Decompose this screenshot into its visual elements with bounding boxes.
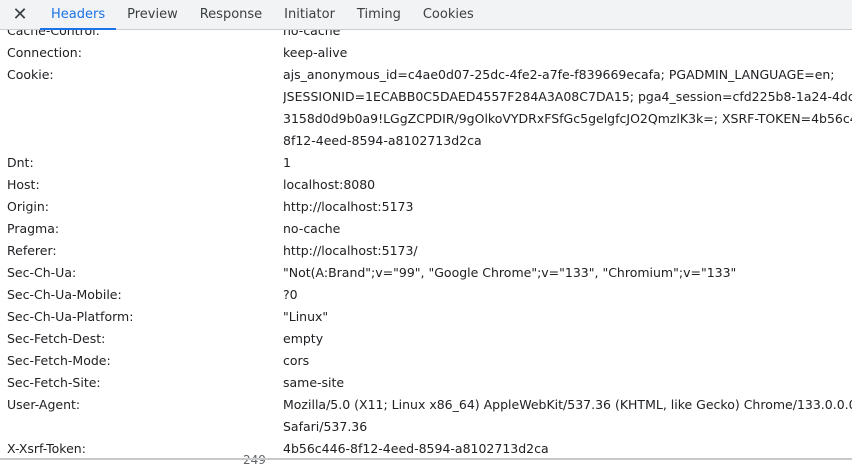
header-row: Pragma: no-cache bbox=[0, 218, 852, 240]
header-value: same-site bbox=[283, 372, 852, 394]
header-value-line: 3158d0d9b0a9!LGgZCPDIR/9gOlkoVYDRxFSfGc5… bbox=[283, 111, 852, 126]
header-value-line: empty bbox=[283, 331, 324, 346]
header-name: Pragma: bbox=[7, 221, 60, 236]
header-name: Connection: bbox=[7, 45, 82, 60]
header-row: Sec-Fetch-Mode: cors bbox=[0, 350, 852, 372]
header-value: 1 bbox=[283, 152, 852, 174]
header-name: Dnt: bbox=[7, 155, 34, 170]
header-row: X-Xsrf-Token: 4b56c446-8f12-4eed-8594-a81… bbox=[0, 438, 852, 458]
header-value-line: "Not(A:Brand";v="99", "Google Chrome";v=… bbox=[283, 265, 737, 280]
header-name: Sec-Ch-Ua-Platform: bbox=[7, 309, 134, 324]
header-row: Connection: keep-alive bbox=[0, 42, 852, 64]
header-name: Host: bbox=[7, 177, 40, 192]
request-headers-panel: Cache-Control: no-cache Connection: keep-al… bbox=[0, 30, 852, 458]
header-name: Cache-Control: bbox=[7, 30, 100, 38]
header-row: Sec-Ch-Ua-Platform: "Linux" bbox=[0, 306, 852, 328]
header-row: Sec-Fetch-Site: same-site bbox=[0, 372, 852, 394]
header-value: ajs_anonymous_id=c4ae0d07-25dc-4fe2-a7fe… bbox=[283, 64, 852, 152]
header-value: no-cache bbox=[283, 218, 852, 240]
header-value-line: 8f12-4eed-8594-a8102713d2ca bbox=[283, 133, 482, 148]
close-icon[interactable]: ✕ bbox=[0, 0, 40, 29]
tab-cookies[interactable]: Cookies bbox=[412, 0, 485, 29]
header-value-line: 1 bbox=[283, 155, 291, 170]
header-value-line: same-site bbox=[283, 375, 345, 390]
header-value: ?0 bbox=[283, 284, 852, 306]
header-value: keep-alive bbox=[283, 42, 852, 64]
header-name: Origin: bbox=[7, 199, 49, 214]
tab-response[interactable]: Response bbox=[189, 0, 273, 29]
header-value-line: http://localhost:5173 bbox=[283, 199, 414, 214]
header-row: Sec-Fetch-Dest: empty bbox=[0, 328, 852, 350]
header-row: Host: localhost:8080 bbox=[0, 174, 852, 196]
header-name: Sec-Ch-Ua-Mobile: bbox=[7, 287, 122, 302]
header-value-line: ?0 bbox=[283, 287, 298, 302]
header-value-line: 4b56c446-8f12-4eed-8594-a8102713d2ca bbox=[283, 441, 549, 456]
header-value: "Not(A:Brand";v="99", "Google Chrome";v=… bbox=[283, 262, 852, 284]
header-value-line: "Linux" bbox=[283, 309, 329, 324]
header-value-line: http://localhost:5173/ bbox=[283, 243, 418, 258]
header-value-line: no-cache bbox=[283, 221, 341, 236]
header-value: cors bbox=[283, 350, 852, 372]
header-value-line: JSESSIONID=1ECABB0C5DAED4557F284A3A08C7D… bbox=[283, 89, 852, 104]
header-row: Referer: http://localhost:5173/ bbox=[0, 240, 852, 262]
partial-row-text: 249 bbox=[243, 453, 266, 467]
header-name: Sec-Ch-Ua: bbox=[7, 265, 77, 280]
header-name: Cookie: bbox=[7, 67, 54, 82]
header-name: User-Agent: bbox=[7, 397, 81, 412]
header-value: localhost:8080 bbox=[283, 174, 852, 196]
headers-list: Cache-Control: no-cache Connection: keep-al… bbox=[0, 30, 852, 458]
header-name: X-Xsrf-Token: bbox=[7, 441, 86, 456]
header-value: Mozilla/5.0 (X11; Linux x86_64) AppleWeb… bbox=[283, 394, 852, 438]
header-value-line: cors bbox=[283, 353, 310, 368]
tab-initiator[interactable]: Initiator bbox=[273, 0, 346, 29]
header-value-line: no-cache bbox=[283, 30, 341, 38]
header-value-line: keep-alive bbox=[283, 45, 348, 60]
header-value: "Linux" bbox=[283, 306, 852, 328]
header-value-line: ajs_anonymous_id=c4ae0d07-25dc-4fe2-a7fe… bbox=[283, 67, 835, 82]
tab-headers[interactable]: Headers bbox=[40, 0, 117, 30]
header-name: Sec-Fetch-Dest: bbox=[7, 331, 106, 346]
header-value-line: Safari/537.36 bbox=[283, 419, 368, 434]
header-row: Cookie: ajs_anonymous_id=c4ae0d07-25dc-4f… bbox=[0, 64, 852, 152]
header-name: Sec-Fetch-Site: bbox=[7, 375, 101, 390]
header-row: Sec-Ch-Ua: "Not(A:Brand";v="99", "Google … bbox=[0, 262, 852, 284]
header-value-line: localhost:8080 bbox=[283, 177, 376, 192]
header-row: Origin: http://localhost:5173 bbox=[0, 196, 852, 218]
header-value: http://localhost:5173 bbox=[283, 196, 852, 218]
header-name: Sec-Fetch-Mode: bbox=[7, 353, 111, 368]
header-row: Cache-Control: no-cache bbox=[0, 30, 852, 42]
header-value-line: Mozilla/5.0 (X11; Linux x86_64) AppleWeb… bbox=[283, 397, 852, 412]
header-row: User-Agent: Mozilla/5.0 (X11; Linux x86_6… bbox=[0, 394, 852, 438]
header-name: Referer: bbox=[7, 243, 57, 258]
header-value: 4b56c446-8f12-4eed-8594-a8102713d2ca bbox=[283, 438, 852, 458]
tab-timing[interactable]: Timing bbox=[346, 0, 412, 29]
header-row: Sec-Ch-Ua-Mobile: ?0 bbox=[0, 284, 852, 306]
devtools-tab-bar: ✕ Headers Preview Response Initiator Tim… bbox=[0, 0, 852, 30]
header-row: Dnt: 1 bbox=[0, 152, 852, 174]
header-value: empty bbox=[283, 328, 852, 350]
header-value: http://localhost:5173/ bbox=[283, 240, 852, 262]
tab-preview[interactable]: Preview bbox=[116, 0, 189, 29]
header-value: no-cache bbox=[283, 30, 852, 42]
